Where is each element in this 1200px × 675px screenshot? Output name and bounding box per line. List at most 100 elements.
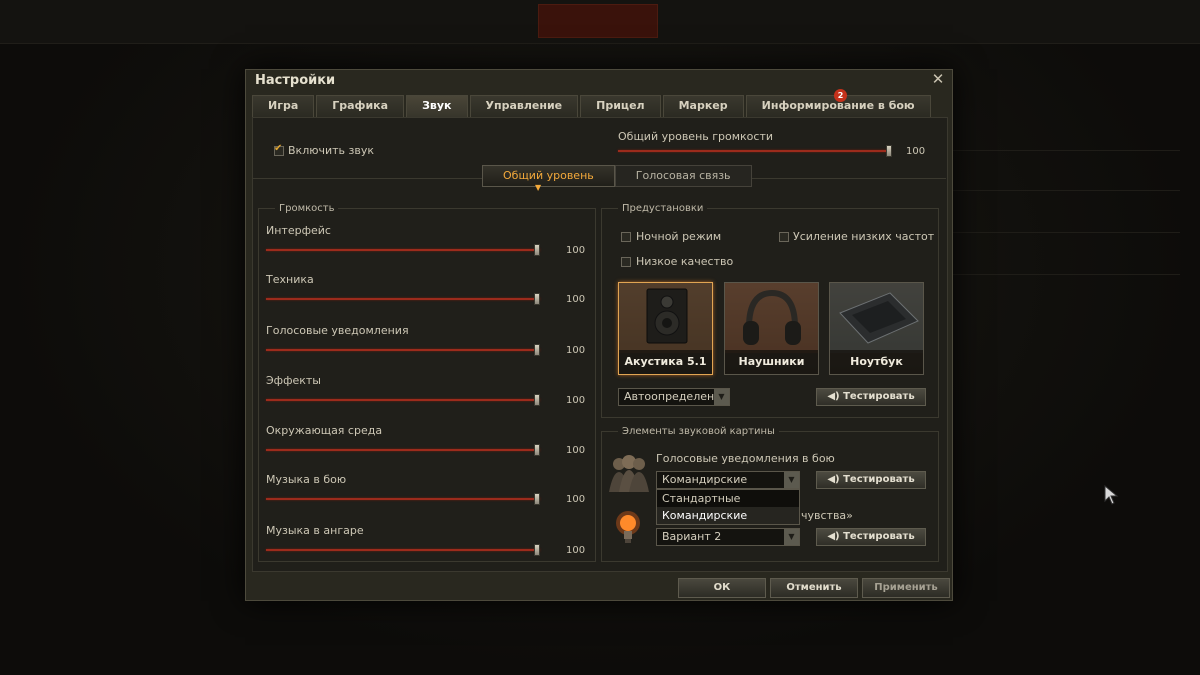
low-quality-checkbox[interactable] <box>621 257 631 267</box>
enable-sound-label: Включить звук <box>288 144 375 157</box>
volume-interface-value: 100 <box>566 245 586 256</box>
volume-voice-slider-track[interactable] <box>266 349 540 351</box>
volume-hangar-music-label: Музыка в ангаре <box>266 524 364 537</box>
active-subtab-chevron-icon: ▼ <box>535 183 542 192</box>
background-divider <box>950 232 1180 233</box>
volume-ambient-label: Окружающая среда <box>266 424 383 437</box>
enable-sound-checkbox[interactable] <box>274 143 284 156</box>
volume-voice-value: 100 <box>566 345 586 356</box>
sixth-sense-dropdown[interactable]: Вариант 2 ▼ <box>656 528 800 546</box>
test-preset-button-label: Тестировать <box>843 391 915 402</box>
preset-headphones-card[interactable]: Наушники <box>724 282 819 375</box>
preset-laptop-card[interactable]: Ноутбук <box>829 282 924 375</box>
speaker-small-icon: ◀) <box>827 391 840 402</box>
bass-boost-label: Усиление низких частот <box>793 230 935 243</box>
mouse-cursor-icon <box>1104 485 1119 505</box>
preset-laptop-label: Ноутбук <box>830 350 923 374</box>
bass-boost-checkbox[interactable] <box>779 232 789 242</box>
tab-marker[interactable]: Маркер <box>662 95 744 117</box>
tab-sight[interactable]: Прицел <box>580 95 661 117</box>
test-voice-button[interactable]: ◀) Тестировать <box>816 471 926 489</box>
tab-controls[interactable]: Управление <box>469 95 579 117</box>
subtab-general-level[interactable]: Общий уровень <box>482 165 615 187</box>
volume-battle-music-slider-track[interactable] <box>266 498 540 500</box>
background-divider <box>950 274 1180 275</box>
presets-group-label: Предустановки <box>618 203 708 214</box>
background-divider <box>950 190 1180 191</box>
dialog-footer: ОК Отменить Применить <box>252 576 950 598</box>
tab-sound[interactable]: Звук <box>406 95 468 117</box>
autodetect-dropdown[interactable]: Автоопределение ▼ <box>618 388 730 406</box>
volume-battle-music-value: 100 <box>566 494 586 505</box>
laptop-icon <box>830 283 923 353</box>
ok-button[interactable]: ОК <box>678 578 766 598</box>
master-volume-value: 100 <box>906 146 926 157</box>
preset-headphones-label: Наушники <box>725 350 818 374</box>
background-battle-button <box>538 4 658 38</box>
cancel-button[interactable]: Отменить <box>770 578 858 598</box>
headphones-icon <box>725 283 818 353</box>
volume-ambient-value: 100 <box>566 445 586 456</box>
volume-battle-music-label: Музыка в бою <box>266 473 347 486</box>
autodetect-dropdown-value: Автоопределение <box>624 390 729 403</box>
subtab-voice-chat[interactable]: Голосовая связь <box>614 165 752 187</box>
volume-hangar-music-value: 100 <box>566 545 586 556</box>
sound-elements-group-label: Элементы звуковой картины <box>618 426 779 437</box>
dialog-title: Настройки <box>255 73 336 88</box>
speaker-small-icon: ◀) <box>827 531 840 542</box>
chevron-down-icon: ▼ <box>784 472 799 488</box>
volume-effects-slider-track[interactable] <box>266 399 540 401</box>
sixth-sense-bulb-icon <box>616 511 640 543</box>
voice-notifications-dropdown[interactable]: Командирские ▼ <box>656 471 800 489</box>
notification-badge: 2 <box>834 89 847 102</box>
chevron-down-icon: ▼ <box>784 529 799 545</box>
tab-game[interactable]: Игра <box>252 95 315 117</box>
tab-graphics[interactable]: Графика <box>316 95 405 117</box>
volume-interface-label: Интерфейс <box>266 224 331 237</box>
volume-effects-label: Эффекты <box>266 374 321 387</box>
apply-button[interactable]: Применить <box>862 578 950 598</box>
test-voice-button-label: Тестировать <box>843 474 915 485</box>
tab-bar: Игра Графика Звук Управление Прицел Марк… <box>252 95 933 117</box>
master-volume-slider-thumb[interactable] <box>886 145 892 157</box>
volume-battle-music-slider-thumb[interactable] <box>534 493 540 505</box>
speaker-small-icon: ◀) <box>827 474 840 485</box>
volume-ambient-slider-thumb[interactable] <box>534 444 540 456</box>
background-divider <box>950 150 1180 151</box>
test-sixth-sense-button-label: Тестировать <box>843 531 915 542</box>
speaker-icon <box>619 283 712 353</box>
master-volume-label: Общий уровень громкости <box>618 130 774 143</box>
volume-group-label: Громкость <box>275 203 339 214</box>
volume-vehicle-slider-thumb[interactable] <box>534 293 540 305</box>
volume-interface-slider-thumb[interactable] <box>534 244 540 256</box>
volume-hangar-music-slider-thumb[interactable] <box>534 544 540 556</box>
dropdown-option-standard[interactable]: Стандартные <box>657 490 799 507</box>
volume-effects-slider-thumb[interactable] <box>534 394 540 406</box>
volume-vehicle-value: 100 <box>566 294 586 305</box>
volume-vehicle-label: Техника <box>266 273 314 286</box>
close-icon[interactable]: ✕ <box>930 71 946 87</box>
low-quality-label: Низкое качество <box>636 255 734 268</box>
volume-vehicle-slider-track[interactable] <box>266 298 540 300</box>
voice-notifications-dropdown-value: Командирские <box>662 473 748 486</box>
test-sixth-sense-button[interactable]: ◀) Тестировать <box>816 528 926 546</box>
sixth-sense-label: чувства» <box>801 509 853 522</box>
night-mode-label: Ночной режим <box>636 230 722 243</box>
voice-notifications-dropdown-list: Стандартные Командирские <box>656 489 800 525</box>
volume-hangar-music-slider-track[interactable] <box>266 549 540 551</box>
volume-interface-slider-track[interactable] <box>266 249 540 251</box>
master-volume-slider-track[interactable] <box>618 150 891 152</box>
voice-notifications-label: Голосовые уведомления в бою <box>656 452 835 465</box>
volume-voice-label: Голосовые уведомления <box>266 324 409 337</box>
preset-speakers-card[interactable]: Акустика 5.1 <box>618 282 713 375</box>
preset-speakers-label: Акустика 5.1 <box>619 350 712 374</box>
night-mode-checkbox[interactable] <box>621 232 631 242</box>
volume-effects-value: 100 <box>566 395 586 406</box>
volume-ambient-slider-track[interactable] <box>266 449 540 451</box>
test-preset-button[interactable]: ◀) Тестировать <box>816 388 926 406</box>
volume-voice-slider-thumb[interactable] <box>534 344 540 356</box>
sixth-sense-dropdown-value: Вариант 2 <box>662 530 722 543</box>
chevron-down-icon: ▼ <box>714 389 729 405</box>
dropdown-option-commander[interactable]: Командирские <box>657 507 799 524</box>
sound-subtabs: Общий уровень Голосовая связь <box>482 165 752 187</box>
